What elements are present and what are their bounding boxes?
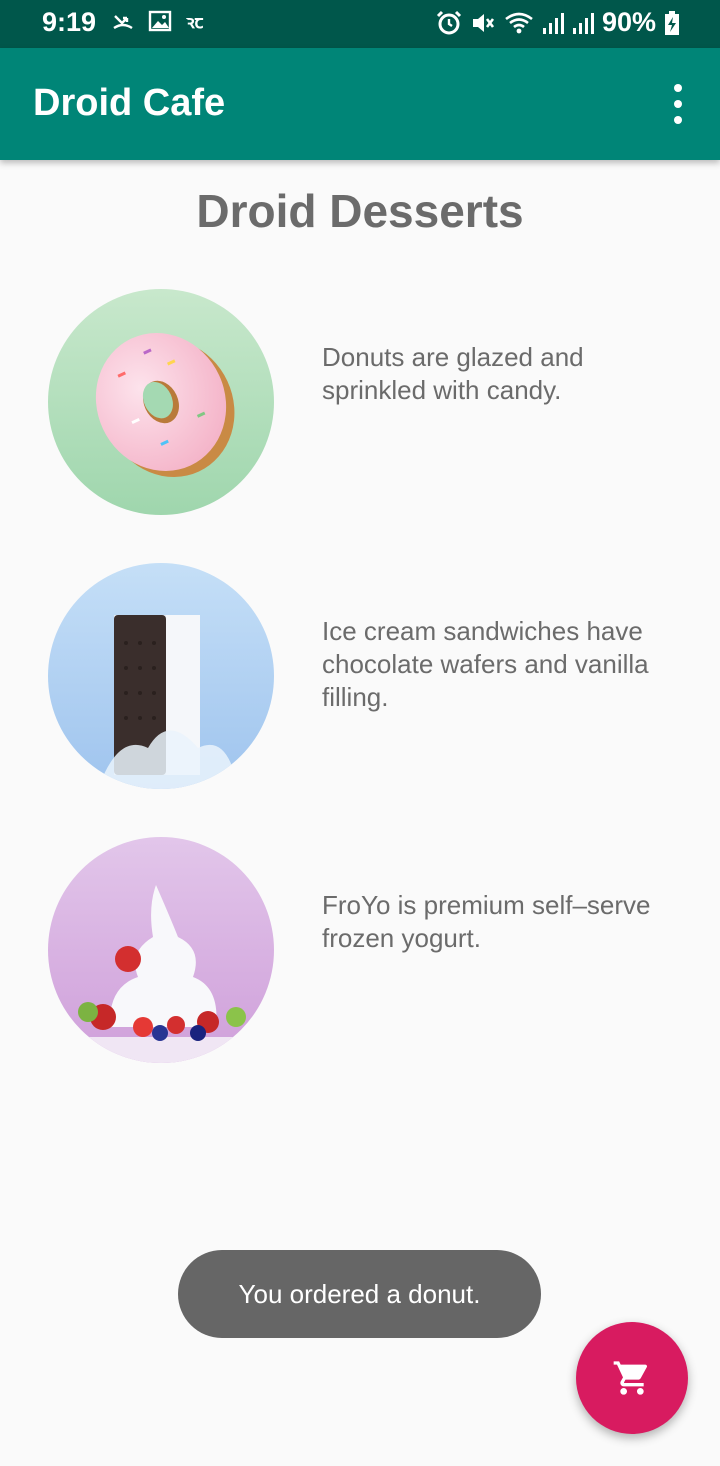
donut-description: Donuts are glazed and sprinkled with can… xyxy=(322,342,584,405)
status-right-icons: 90% xyxy=(436,7,680,38)
signal-icon xyxy=(542,12,564,34)
overflow-dot xyxy=(674,116,682,124)
froyo-description: FroYo is premium self–serve frozen yogur… xyxy=(322,890,651,953)
image-icon xyxy=(148,10,172,32)
page-heading: Droid Desserts xyxy=(196,185,524,237)
ice-cream-sandwich-image[interactable] xyxy=(48,563,274,789)
cart-fab-button[interactable] xyxy=(576,1322,688,1434)
battery-percent: 90% xyxy=(601,7,656,37)
toast-message: You ordered a donut. xyxy=(178,1250,541,1338)
svg-text:ꝛꞇ: ꝛꞇ xyxy=(186,12,204,32)
missed-call-icon xyxy=(113,15,133,30)
mute-icon xyxy=(472,13,494,32)
shopping-cart-icon xyxy=(613,1361,648,1395)
battery-charging-icon xyxy=(665,10,679,35)
overflow-dot xyxy=(674,100,682,108)
froyo-illustration xyxy=(48,837,274,1063)
app-bar: Droid Cafe xyxy=(0,48,720,160)
wifi-icon xyxy=(505,12,533,33)
app-title: Droid Cafe xyxy=(33,82,226,124)
overflow-menu-icon[interactable] xyxy=(666,84,690,124)
ice-cream-sandwich-illustration xyxy=(48,563,274,789)
status-left-icons: ꝛꞇ xyxy=(112,10,212,32)
signal-icon xyxy=(572,12,594,34)
alarm-icon xyxy=(436,10,462,34)
status-time: 9:19 xyxy=(42,7,97,37)
notification-text-icon: ꝛꞇ xyxy=(186,12,204,32)
status-bar: 9:19 ꝛꞇ 90% xyxy=(0,0,720,48)
donut-image[interactable] xyxy=(48,289,274,515)
overflow-dot xyxy=(674,84,682,92)
donut-illustration xyxy=(48,289,274,515)
ice-cream-sandwich-description: Ice cream sandwiches have chocolate wafe… xyxy=(322,616,649,712)
froyo-image[interactable] xyxy=(48,837,274,1063)
